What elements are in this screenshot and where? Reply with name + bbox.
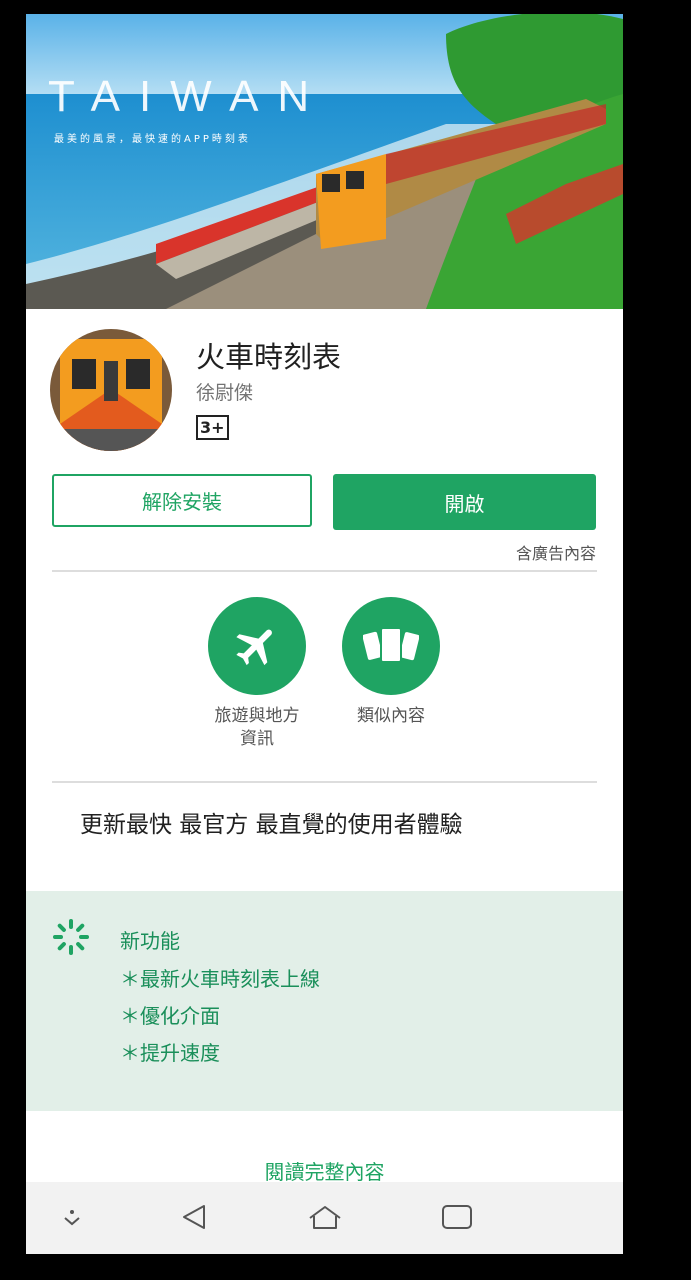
loading-sparkle-icon: [53, 919, 89, 955]
whats-new-item: ＊優化介面: [120, 1004, 220, 1028]
whats-new-item: ＊最新火車時刻表上線: [120, 967, 320, 991]
airplane-icon: [236, 629, 272, 666]
uninstall-button[interactable]: 解除安裝: [52, 474, 312, 527]
hide-keyboard-icon[interactable]: [60, 1202, 84, 1232]
category-label-line1: 旅遊與地方: [214, 706, 300, 726]
feature-banner: TAIWAN 最美的風景，最快速的APP時刻表: [26, 14, 623, 309]
developer-name[interactable]: 徐尉傑: [196, 378, 253, 405]
read-more-link[interactable]: 閱讀完整內容: [26, 1156, 623, 1185]
whats-new-title: 新功能: [120, 929, 180, 953]
category-chip-travel[interactable]: 旅遊與地方 資訊: [197, 597, 317, 751]
banner-subtitle: 最美的風景，最快速的APP時刻表: [54, 134, 251, 145]
whats-new-section: 新功能 ＊最新火車時刻表上線 ＊優化介面 ＊提升速度: [26, 891, 623, 1111]
back-icon[interactable]: [178, 1202, 210, 1232]
banner-scenery-image: [26, 14, 623, 309]
open-button[interactable]: 開啟: [333, 474, 596, 530]
category-label-line1: 類似內容: [357, 706, 425, 726]
content-rating-badge: 3+: [196, 415, 229, 440]
whats-new-item: ＊提升速度: [120, 1041, 220, 1065]
divider: [52, 570, 597, 572]
system-navigation-bar: [26, 1182, 623, 1254]
home-icon[interactable]: [308, 1202, 342, 1232]
banner-title: TAIWAN: [48, 72, 329, 121]
app-icon: [50, 329, 172, 451]
category-label-line2: 資訊: [240, 729, 274, 749]
contains-ads-note: 含廣告內容: [515, 544, 596, 563]
recent-apps-icon[interactable]: [440, 1202, 474, 1232]
divider: [52, 781, 597, 783]
app-store-screen: TAIWAN 最美的風景，最快速的APP時刻表 火車時刻表 徐尉傑 3+ 解除安…: [26, 14, 623, 1254]
app-title: 火車時刻表: [196, 340, 342, 374]
category-chip-similar[interactable]: 類似內容: [331, 597, 451, 728]
similar-cards-icon: [363, 627, 419, 663]
app-short-description[interactable]: 更新最快 最官方 最直覺的使用者體驗: [80, 805, 463, 839]
